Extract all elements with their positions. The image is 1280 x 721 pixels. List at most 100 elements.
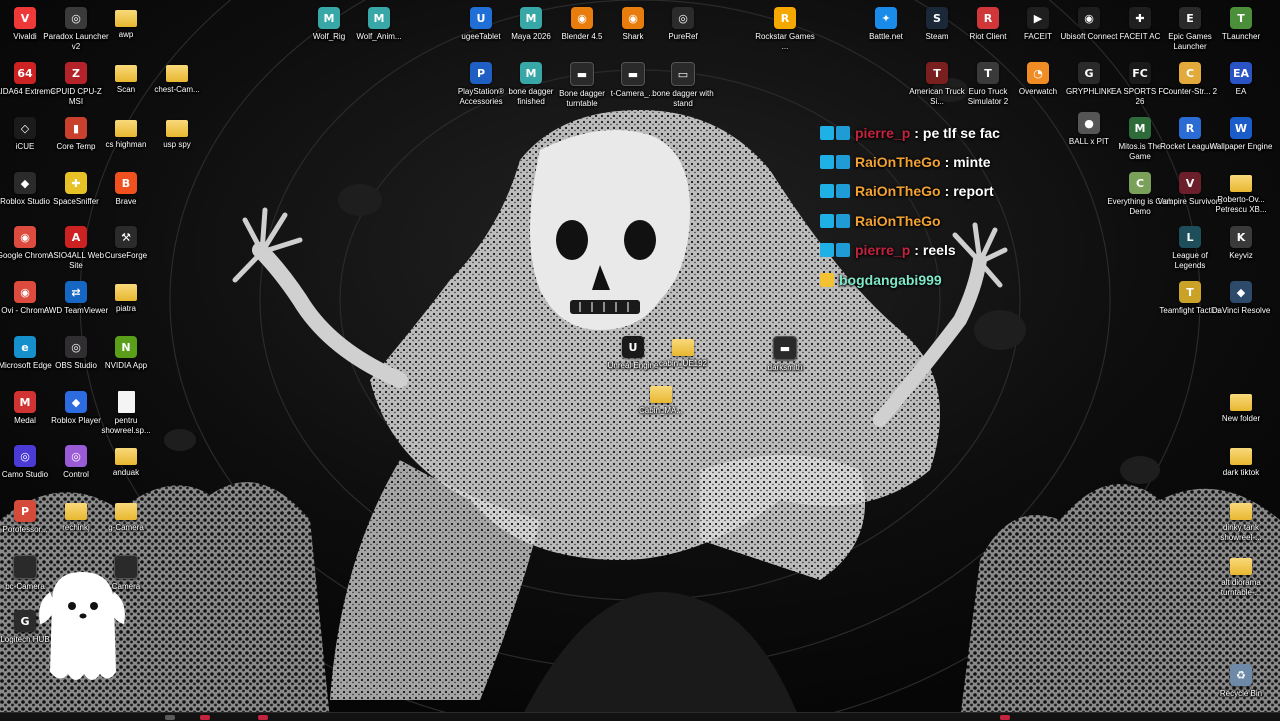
scan-folder-icon-image bbox=[115, 65, 137, 82]
dinky-tank-folder-icon[interactable]: dinky tank showreel-... bbox=[1208, 500, 1274, 543]
cabin-ue192-folder-icon[interactable]: cabin_UE192 bbox=[650, 336, 716, 369]
taskbar-app-icon[interactable] bbox=[165, 715, 175, 720]
icue-icon-image: ◇ bbox=[14, 117, 36, 139]
taskbar-app-icon[interactable] bbox=[200, 715, 210, 720]
chat-badge-icon bbox=[836, 184, 850, 199]
icon-label: Porofessor... bbox=[2, 525, 48, 534]
t-camera-icon-image: ▬ bbox=[621, 62, 645, 86]
alt-diorama-folder-icon[interactable]: alt diorama turntable-... bbox=[1208, 555, 1274, 598]
chat-text: reels bbox=[922, 242, 956, 259]
wallpaper-engine-icon[interactable]: W Wallpaper Engine bbox=[1208, 117, 1274, 152]
icon-label: FACEIT AC bbox=[1119, 32, 1161, 41]
brave-icon-image: B bbox=[115, 172, 137, 194]
aida64-icon-image: 64 bbox=[14, 62, 36, 84]
ovi-chrome-icon-image: ◉ bbox=[14, 281, 36, 303]
keyviz-icon-image: K bbox=[1230, 226, 1252, 248]
taskbar-app-icon[interactable] bbox=[258, 715, 268, 720]
everything-crab-icon-image: C bbox=[1129, 172, 1151, 194]
cabin-ma-folder-icon-image bbox=[650, 386, 672, 403]
icon-label: Wolf_Rig bbox=[312, 32, 346, 41]
icon-label: Brave bbox=[115, 197, 137, 206]
cabin-ue192-folder-icon-image bbox=[672, 339, 694, 356]
bone-dagger-finished-icon-image: M bbox=[520, 62, 542, 84]
chat-message: RaiOnTheGo: minte bbox=[820, 147, 1050, 176]
roblox-player-icon-image: ◆ bbox=[65, 391, 87, 413]
chest-cam-folder-icon-image bbox=[166, 65, 188, 82]
chat-text: report bbox=[953, 183, 994, 200]
keyviz-icon[interactable]: K Keyviz bbox=[1208, 226, 1274, 261]
icon-label: t-Camera_... bbox=[610, 89, 656, 98]
icon-label: Recycle Bin bbox=[1219, 689, 1263, 698]
icon-label: PureRef bbox=[668, 32, 698, 41]
chat-message: pierre_p: reels bbox=[820, 236, 1050, 265]
icon-label: Keyviz bbox=[1229, 251, 1253, 260]
bone-dagger-stand-icon[interactable]: ▭ bone dagger with stand bbox=[650, 62, 716, 109]
piatra-folder-icon[interactable]: piatra bbox=[93, 281, 159, 314]
brave-icon[interactable]: B Brave bbox=[93, 172, 159, 207]
curseforge-icon[interactable]: ⚒ CurseForge bbox=[93, 226, 159, 261]
chat-text: pe tlf se fac bbox=[922, 124, 1000, 141]
usp-spy-folder-icon[interactable]: usp spy bbox=[144, 117, 210, 150]
icon-label: ugeeTablet bbox=[461, 32, 501, 41]
icon-label: GRYPHLINK bbox=[1065, 87, 1113, 96]
icon-label: awp bbox=[118, 30, 134, 39]
anduak-folder-icon-image bbox=[115, 448, 137, 465]
chat-badge-icon bbox=[836, 125, 850, 140]
ea-icon-image: EA bbox=[1230, 62, 1252, 84]
riot-client-icon-image: R bbox=[977, 7, 999, 29]
unreal-engine-icon-image: U bbox=[622, 336, 644, 358]
icon-label: Overwatch bbox=[1018, 87, 1058, 96]
tlauncher-icon[interactable]: T TLauncher bbox=[1208, 7, 1274, 42]
icon-label: anduak bbox=[112, 468, 140, 477]
dark-tiktok-folder-icon[interactable]: dark tiktok bbox=[1208, 445, 1274, 478]
icon-label: Vivaldi bbox=[13, 32, 37, 41]
recycle-bin-icon-image: ♻ bbox=[1230, 664, 1252, 686]
chat-separator: : bbox=[944, 183, 950, 200]
ea-icon[interactable]: EA EA bbox=[1208, 62, 1274, 97]
curseforge-icon-image: ⚒ bbox=[115, 226, 137, 248]
core-temp-icon-image: ▮ bbox=[65, 117, 87, 139]
euro-truck-sim-icon-image: T bbox=[977, 62, 999, 84]
icon-label: rechinkj bbox=[62, 523, 90, 532]
new-folder-icon[interactable]: New folder bbox=[1208, 391, 1274, 424]
roberto-folder-icon[interactable]: Roberto-Ov... Petrescu XB... bbox=[1208, 172, 1274, 215]
camo-studio-icon-image: ◎ bbox=[14, 445, 36, 467]
nvidia-app-icon-image: N bbox=[115, 336, 137, 358]
nvidia-app-icon[interactable]: N NVIDIA App bbox=[93, 336, 159, 371]
usp-spy-folder-icon-image bbox=[166, 120, 188, 137]
faceit-icon-image: ▶ bbox=[1027, 7, 1049, 29]
tray-icon[interactable] bbox=[1000, 715, 1010, 720]
chest-cam-folder-icon[interactable]: chest-Cam... bbox=[144, 62, 210, 95]
mitos-game-icon-image: M bbox=[1129, 117, 1151, 139]
rockstar-games-icon-image: R bbox=[774, 7, 796, 29]
pentru-showreel-icon[interactable]: pentru showreel.sp... bbox=[93, 391, 159, 436]
chat-badge-icon bbox=[836, 243, 850, 258]
chat-username: RaiOnTheGo bbox=[855, 183, 941, 200]
awd-teamviewer-icon-image: ⇄ bbox=[65, 281, 87, 303]
awp-folder-icon[interactable]: awp bbox=[93, 7, 159, 40]
icon-label: TLauncher bbox=[1221, 32, 1261, 41]
icon-label: FACEIT bbox=[1023, 32, 1052, 41]
icon-label: Camo Studio bbox=[1, 470, 49, 479]
darksmith-icon[interactable]: ▬ darksmith bbox=[752, 336, 818, 373]
icon-label: OBS Studio bbox=[55, 361, 97, 370]
pureref-icon[interactable]: ◎ PureRef bbox=[650, 7, 716, 42]
darksmith-icon-image: ▬ bbox=[773, 336, 797, 360]
cabin-ma-folder-icon[interactable]: Cabin_MA... bbox=[628, 383, 694, 416]
dinky-tank-folder-icon-image bbox=[1230, 503, 1252, 520]
rechinkj-folder-icon-image bbox=[65, 503, 87, 520]
awp-folder-icon-image bbox=[115, 10, 137, 27]
icon-label: alt diorama turntable-... bbox=[1220, 578, 1262, 597]
recycle-bin-icon[interactable]: ♻ Recycle Bin bbox=[1208, 664, 1274, 699]
piatra-folder-icon-image bbox=[115, 284, 137, 301]
ball-x-pit-icon-image: ● bbox=[1078, 112, 1100, 134]
g-camera-folder-icon[interactable]: g-Camera bbox=[93, 500, 159, 533]
cs-highman-folder-icon-image bbox=[115, 120, 137, 137]
icon-label: cs highman bbox=[105, 140, 147, 149]
anduak-folder-icon[interactable]: anduak bbox=[93, 445, 159, 478]
rockstar-games-icon[interactable]: R Rockstar Games ... bbox=[752, 7, 818, 52]
wolf-anim-icon[interactable]: M Wolf_Anim... bbox=[346, 7, 412, 42]
rocket-league-icon-image: R bbox=[1179, 117, 1201, 139]
davinci-resolve-icon[interactable]: ◆ DaVinci Resolve bbox=[1208, 281, 1274, 316]
stream-chat-overlay: pierre_p: pe tlf se fac RaiOnTheGo: minte Ra… bbox=[820, 118, 1050, 294]
